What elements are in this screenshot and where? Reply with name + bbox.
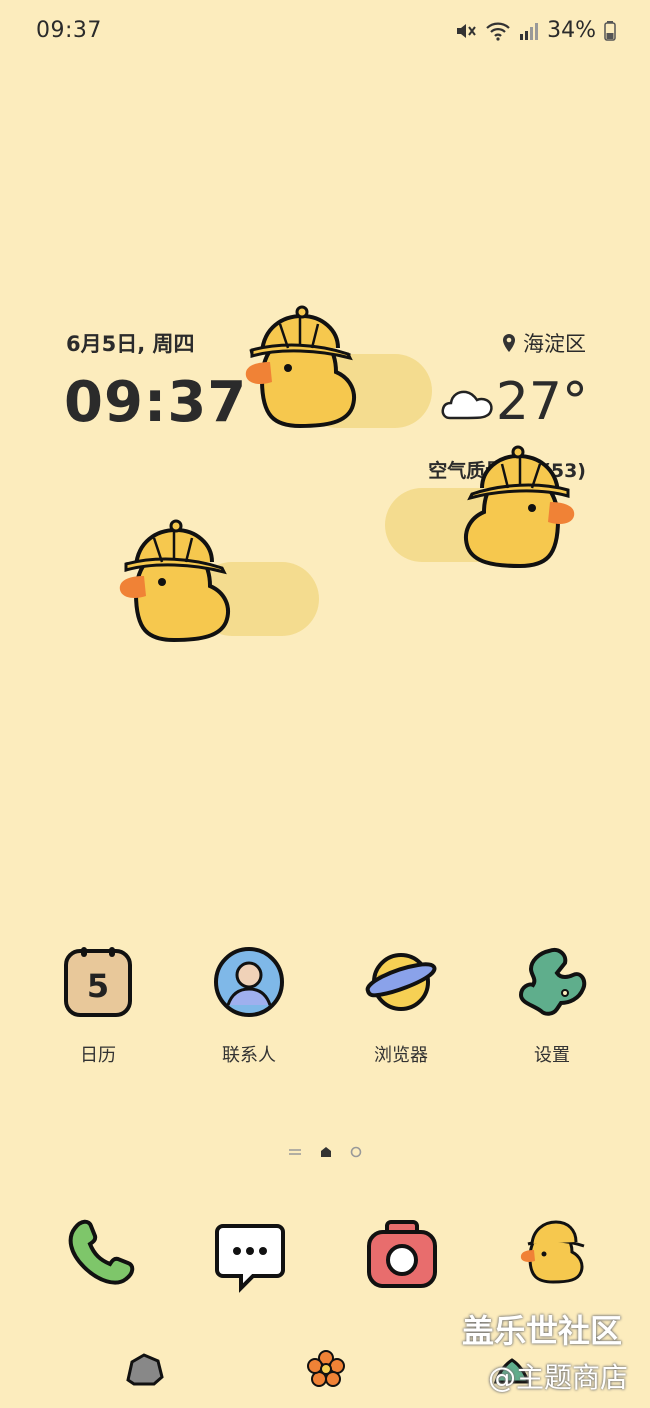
page-indicator[interactable] — [288, 1146, 362, 1158]
app-browser[interactable]: 浏览器 — [346, 945, 456, 1067]
widget-clock[interactable]: 09:37 — [64, 370, 247, 435]
rock-icon — [126, 1353, 164, 1386]
watermark-subtitle: @主题商店 — [488, 1361, 629, 1394]
app-label: 设置 — [534, 1045, 570, 1066]
status-icons: 34% — [455, 18, 616, 43]
calendar-day: 5 — [87, 967, 109, 1005]
mute-icon — [457, 23, 476, 38]
wifi-icon — [486, 22, 510, 41]
app-label: 联系人 — [222, 1045, 276, 1066]
menu-lines-icon[interactable] — [288, 1147, 302, 1157]
app-label: 日历 — [80, 1045, 116, 1066]
flower-icon — [307, 1350, 345, 1387]
app-calendar[interactable]: 5 日历 — [43, 945, 153, 1067]
location-label: 海淀区 — [523, 332, 586, 356]
status-bar: 09:37 34% — [0, 0, 650, 68]
phone-icon[interactable] — [63, 1214, 137, 1288]
duck-icon — [119, 519, 230, 643]
messages-icon[interactable] — [213, 1220, 287, 1294]
location-pin-icon — [503, 334, 515, 352]
contacts-icon — [214, 947, 284, 1017]
duck-icon — [245, 305, 356, 429]
page-dot-icon[interactable] — [350, 1146, 362, 1158]
battery-icon — [604, 20, 616, 41]
app-label: 浏览器 — [374, 1045, 428, 1066]
cloud-icon — [441, 390, 493, 420]
widget-location[interactable]: 海淀区 — [501, 328, 586, 358]
duck-icon — [464, 445, 575, 569]
camera-icon[interactable] — [365, 1218, 439, 1292]
calendar-icon: 5 — [64, 947, 132, 1017]
widget-temperature[interactable]: 27° — [496, 372, 588, 432]
home-page-dot-icon[interactable] — [320, 1146, 332, 1158]
status-time: 09:37 — [36, 18, 102, 43]
signal-icon — [520, 22, 539, 40]
watermark-title: 盖乐世社区 — [462, 1312, 623, 1350]
browser-planet-icon — [365, 953, 437, 1011]
settings-icon — [518, 948, 587, 1016]
duck-app-icon[interactable] — [516, 1214, 590, 1288]
app-settings[interactable]: 设置 — [497, 945, 607, 1067]
app-contacts[interactable]: 联系人 — [194, 945, 304, 1067]
widget-date[interactable]: 6月5日, 周四 — [66, 328, 195, 358]
battery-percent: 34% — [547, 18, 596, 43]
